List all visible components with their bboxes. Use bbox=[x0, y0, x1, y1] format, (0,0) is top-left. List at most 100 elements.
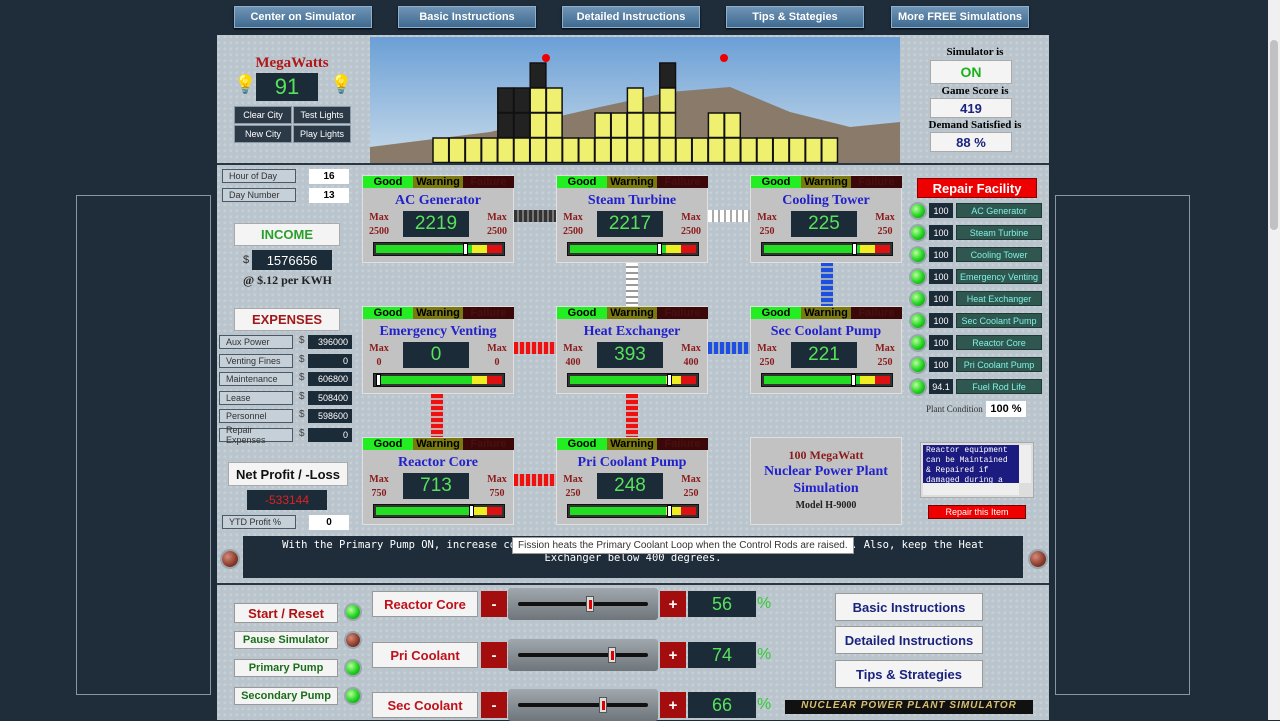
slider-knob[interactable] bbox=[598, 697, 607, 713]
pri-coolant-plus-button[interactable]: + bbox=[660, 642, 686, 668]
repair-item-button[interactable]: Reactor Core bbox=[956, 335, 1042, 350]
component-title: Reactor Core bbox=[398, 455, 478, 470]
repair-item-value: 100 bbox=[929, 357, 953, 372]
status-warning: Warning bbox=[413, 438, 463, 450]
expense-label: Venting Fines bbox=[219, 353, 293, 368]
max-value: 2500 bbox=[369, 226, 389, 237]
day-label: Day Number bbox=[222, 188, 296, 202]
primary-pump-led bbox=[346, 661, 360, 675]
gauge-pointer bbox=[469, 505, 475, 517]
status-failure: Failure bbox=[657, 176, 708, 188]
repair-item-button[interactable]: Steam Turbine bbox=[956, 225, 1042, 240]
nav-detailed-instructions[interactable]: Detailed Instructions bbox=[562, 6, 700, 28]
lightbulb-icon: 💡 bbox=[330, 74, 353, 94]
divider bbox=[217, 163, 1049, 165]
pri-coolant-label: Pri Coolant bbox=[372, 642, 478, 668]
component-value: 221 bbox=[791, 342, 857, 368]
income-label: INCOME bbox=[234, 223, 340, 246]
nav-center-on-simulator[interactable]: Center on Simulator bbox=[234, 6, 372, 28]
status-failure: Failure bbox=[657, 438, 708, 450]
plant-condition-label: Plant Condition bbox=[926, 404, 983, 414]
secondary-pump-led bbox=[346, 689, 360, 703]
pipe-turbine-tower bbox=[708, 210, 750, 222]
reactor-core-minus-button[interactable]: - bbox=[481, 591, 507, 617]
status-warning: Warning bbox=[413, 176, 463, 188]
sec-coolant-plus-button[interactable]: + bbox=[660, 692, 686, 718]
primary-pump-button[interactable]: Primary Pump bbox=[234, 659, 338, 677]
repair-item-value: 100 bbox=[929, 247, 953, 262]
start-reset-button[interactable]: Start / Reset bbox=[234, 603, 338, 623]
vertical-scrollbar[interactable] bbox=[1019, 445, 1031, 483]
component-title: Heat Exchanger bbox=[583, 324, 681, 339]
detailed-instructions-button[interactable]: Detailed Instructions bbox=[835, 626, 983, 654]
max-label: Max bbox=[487, 343, 507, 354]
component-sec-coolant-pump: Good Warning Failure Sec Coolant Pump Ma… bbox=[750, 306, 902, 394]
slider-knob[interactable] bbox=[586, 596, 595, 612]
repair-item-button[interactable]: Repair this Item bbox=[928, 505, 1026, 519]
left-ad-area bbox=[76, 195, 211, 695]
repair-item-button[interactable]: Pri Coolant Pump bbox=[956, 357, 1042, 372]
max-right: Max 400 bbox=[676, 342, 706, 370]
horizontal-scrollbar[interactable] bbox=[923, 483, 1019, 495]
reactor-core-plus-button[interactable]: + bbox=[660, 591, 686, 617]
component-title: Pri Coolant Pump bbox=[577, 455, 687, 470]
play-lights-button[interactable]: Play Lights bbox=[293, 125, 351, 143]
test-lights-button[interactable]: Test Lights bbox=[293, 106, 351, 124]
component-emergency-venting: Good Warning Failure Emergency Venting M… bbox=[362, 306, 514, 394]
max-value: 2500 bbox=[681, 226, 701, 237]
component-value: 393 bbox=[597, 342, 663, 368]
hour-label: Hour of Day bbox=[222, 169, 296, 183]
sec-coolant-minus-button[interactable]: - bbox=[481, 692, 507, 718]
repair-item-button[interactable]: Cooling Tower bbox=[956, 247, 1042, 262]
max-label: Max bbox=[681, 474, 701, 485]
slider-knob[interactable] bbox=[608, 647, 617, 663]
max-value: 250 bbox=[877, 357, 893, 368]
nav-basic-instructions[interactable]: Basic Instructions bbox=[398, 6, 536, 28]
max-left: Max 2500 bbox=[558, 211, 588, 239]
repair-item-button[interactable]: AC Generator bbox=[956, 203, 1042, 218]
repair-status-led bbox=[911, 336, 925, 350]
repair-item-value: 100 bbox=[929, 313, 953, 328]
status-warning: Warning bbox=[607, 307, 657, 319]
repair-item-button[interactable]: Fuel Rod Life bbox=[956, 379, 1042, 394]
repair-status-led bbox=[911, 270, 925, 284]
secondary-pump-button[interactable]: Secondary Pump bbox=[234, 687, 338, 705]
repair-item-value: 100 bbox=[929, 291, 953, 306]
clear-city-button[interactable]: Clear City bbox=[234, 106, 292, 124]
pri-coolant-minus-button[interactable]: - bbox=[481, 642, 507, 668]
plant-model: Model H-9000 bbox=[795, 500, 857, 511]
tips-strategies-button[interactable]: Tips & Strategies bbox=[835, 660, 983, 688]
repair-item-button[interactable]: Emergency Venting bbox=[956, 269, 1042, 284]
component-ac-generator: Good Warning Failure AC Generator Max 250… bbox=[362, 175, 514, 263]
plant-info-box: 100 MegaWatt Nuclear Power Plant Simulat… bbox=[750, 437, 902, 525]
component-value: 2219 bbox=[403, 211, 469, 237]
nav-tips[interactable]: Tips & Stategies bbox=[726, 6, 864, 28]
status-failure: Failure bbox=[463, 438, 514, 450]
repair-info-box[interactable]: Reactor equipment can be Maintained & Re… bbox=[920, 442, 1034, 498]
max-label: Max bbox=[681, 343, 701, 354]
nav-more-simulations[interactable]: More FREE Simulations bbox=[891, 6, 1029, 28]
city-skyline bbox=[370, 37, 900, 163]
max-value: 250 bbox=[565, 488, 581, 499]
repair-item-value: 100 bbox=[929, 335, 953, 350]
page-scrollbar[interactable] bbox=[1268, 0, 1280, 720]
new-city-button[interactable]: New City bbox=[234, 125, 292, 143]
component-value: 225 bbox=[791, 211, 857, 237]
pause-simulator-button[interactable]: Pause Simulator bbox=[234, 631, 338, 649]
expense-value: 0 bbox=[308, 427, 352, 442]
repair-item-button[interactable]: Heat Exchanger bbox=[956, 291, 1042, 306]
max-left: Max 2500 bbox=[364, 211, 394, 239]
scroll-thumb[interactable] bbox=[1270, 40, 1278, 230]
basic-instructions-button[interactable]: Basic Instructions bbox=[835, 593, 983, 621]
component-gauge bbox=[567, 242, 699, 256]
component-value: 248 bbox=[597, 473, 663, 499]
sec-coolant-slider[interactable] bbox=[508, 689, 658, 721]
reactor-core-percent-value: 56 bbox=[688, 591, 756, 617]
max-value: 400 bbox=[683, 357, 699, 368]
repair-item-button[interactable]: Sec Coolant Pump bbox=[956, 313, 1042, 328]
expense-value: 0 bbox=[308, 353, 352, 368]
reactor-core-slider[interactable] bbox=[508, 588, 658, 620]
repair-item-value: 100 bbox=[929, 225, 953, 240]
pri-coolant-slider[interactable] bbox=[508, 639, 658, 671]
gauge-pointer bbox=[850, 374, 856, 386]
